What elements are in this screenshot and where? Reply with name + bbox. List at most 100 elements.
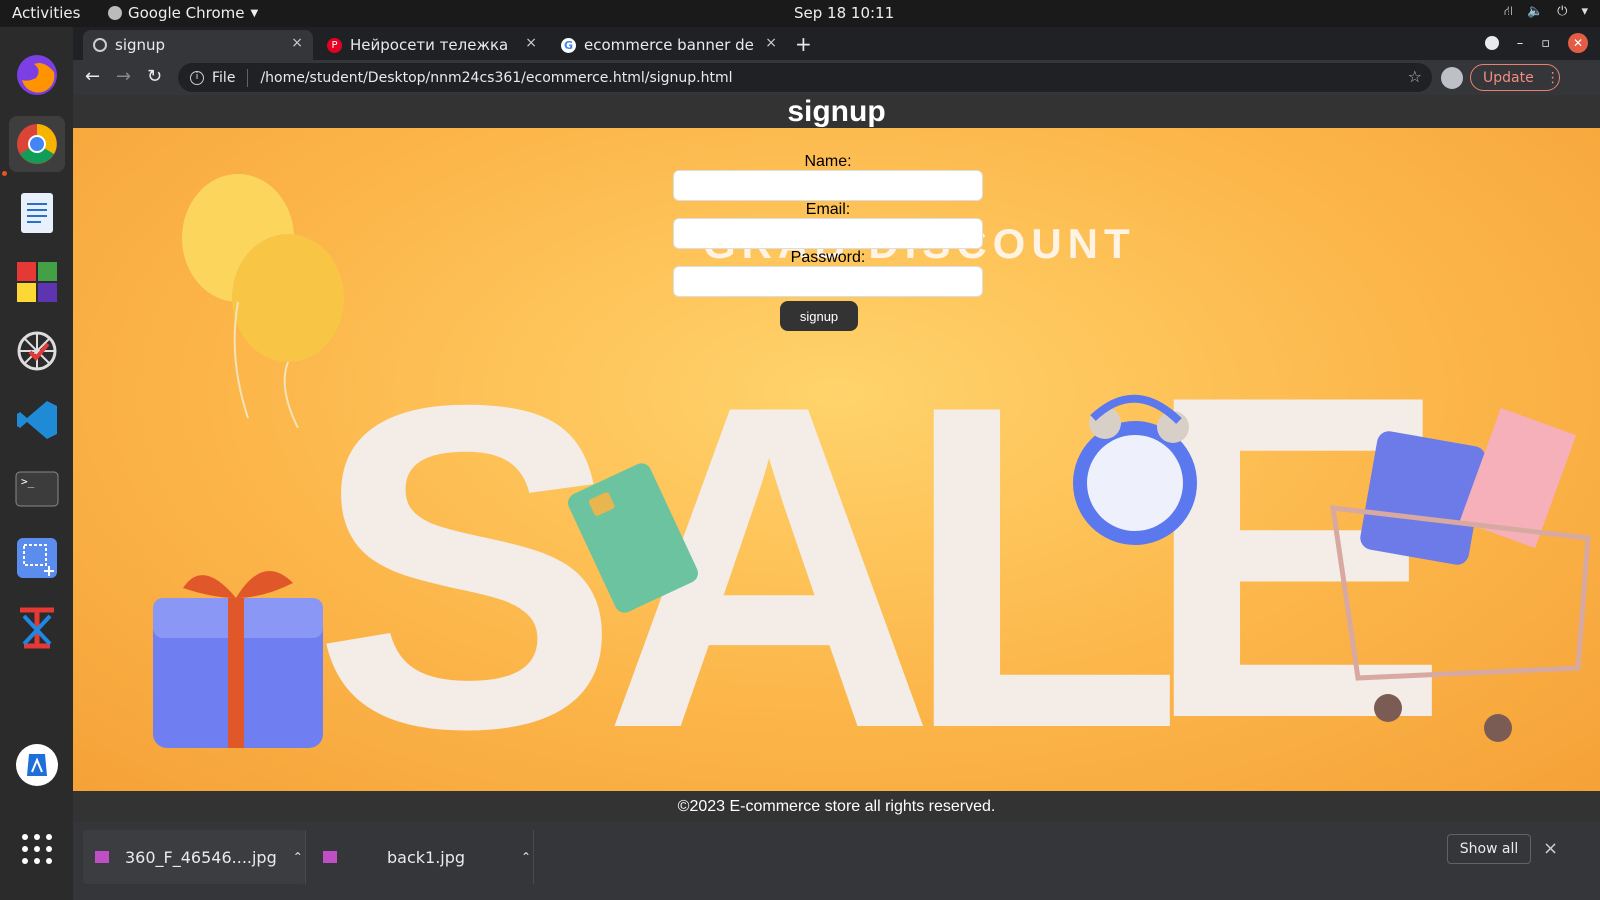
tab-google-search[interactable]: G ecommerce banner desig ×: [551, 30, 787, 60]
app-menu-label: Google Chrome: [128, 4, 245, 22]
divider: [305, 830, 306, 884]
screenshot-icon: [17, 538, 57, 578]
maximize-icon[interactable]: ▫: [1541, 36, 1550, 51]
clock[interactable]: Sep 18 10:11: [794, 4, 894, 22]
chevron-down-icon: ▾: [1581, 4, 1588, 19]
screenshot-launcher[interactable]: [9, 530, 65, 586]
web-page: signup S A L E GRAB DISCOUNT: [73, 95, 1600, 822]
tab-pinterest[interactable]: P Нейросети тележка ×: [317, 30, 547, 60]
globe-icon: [93, 38, 107, 52]
terminal-launcher[interactable]: >_: [9, 461, 65, 517]
image-file-icon: [95, 851, 109, 863]
tab-close-icon[interactable]: ×: [525, 35, 537, 51]
minimize-icon[interactable]: –: [1517, 36, 1524, 51]
chevron-up-icon[interactable]: ⌃: [293, 850, 303, 864]
chevron-up-icon[interactable]: ⌃: [521, 850, 531, 864]
page-header: signup: [73, 95, 1600, 128]
signup-button[interactable]: signup: [780, 301, 858, 331]
alarm-clock-image: [1073, 394, 1197, 545]
info-icon[interactable]: i: [190, 70, 204, 85]
profile-avatar-icon[interactable]: [1441, 67, 1463, 89]
chrome-icon: [17, 124, 57, 164]
shopping-cart-image: [1330, 407, 1591, 742]
divider: [247, 68, 249, 87]
vscode-launcher[interactable]: [9, 392, 65, 448]
close-window-icon[interactable]: ✕: [1568, 33, 1588, 53]
sale-banner-background: S A L E GRAB DISCOUNT: [73, 128, 1600, 791]
divider: [533, 830, 534, 884]
download-item[interactable]: back1.jpg ⌃: [311, 830, 533, 884]
app-grid-color-icon: [17, 262, 57, 302]
chrome-launcher[interactable]: [9, 116, 65, 172]
system-tray[interactable]: ⛙ 🔈 ⏻ ▾: [1504, 4, 1588, 21]
show-apps-icon: [22, 834, 52, 864]
password-label: Password:: [790, 249, 866, 266]
google-icon: G: [561, 37, 576, 53]
reload-icon[interactable]: ↻: [147, 66, 162, 87]
app-menu[interactable]: Google Chrome ▼: [108, 4, 258, 22]
close-icon[interactable]: ×: [1543, 838, 1558, 859]
tab-strip: signup × P Нейросети тележка × G ecommer…: [73, 27, 1600, 60]
email-input[interactable]: [673, 218, 983, 249]
new-tab-button[interactable]: +: [795, 32, 812, 56]
running-indicator: [2, 171, 7, 176]
software-icon: [16, 744, 58, 786]
activities-button[interactable]: Activities: [12, 4, 80, 22]
download-bar: 360_F_46546....jpg ⌃ back1.jpg ⌃ Show al…: [73, 822, 1600, 900]
tab-label: Нейросети тележка: [350, 36, 509, 54]
text-editor-icon: [20, 607, 54, 649]
show-all-button[interactable]: Show all: [1447, 834, 1531, 864]
tab-close-icon[interactable]: ×: [765, 35, 777, 51]
email-label: Email:: [805, 201, 851, 218]
pinterest-icon: P: [327, 37, 342, 53]
network-tool-launcher[interactable]: [9, 323, 65, 379]
password-input[interactable]: [673, 266, 983, 297]
tab-label: signup: [115, 36, 166, 54]
tab-signup[interactable]: signup ×: [83, 30, 313, 60]
network-icon: [17, 331, 57, 371]
download-filename: back1.jpg: [387, 847, 466, 867]
chrome-small-icon: [108, 6, 122, 20]
tab-label: ecommerce banner desig: [584, 36, 754, 54]
writer-icon: [21, 193, 53, 233]
volume-icon: 🔈: [1526, 4, 1544, 19]
text-editor-launcher[interactable]: [9, 599, 65, 655]
show-apps-button[interactable]: [9, 821, 65, 877]
chevron-down-icon: ▼: [250, 7, 259, 19]
window-controls: – ▫ ✕: [1484, 33, 1588, 53]
gift-box-image: [153, 571, 323, 748]
vscode-icon: [17, 401, 57, 439]
colors-app-launcher[interactable]: [9, 254, 65, 310]
firefox-launcher[interactable]: [9, 47, 65, 103]
url-text[interactable]: /home/student/Desktop/nnm24cs361/ecommer…: [260, 70, 732, 86]
page-title: signup: [787, 95, 886, 128]
terminal-icon: >_: [15, 471, 59, 507]
tab-close-icon[interactable]: ×: [291, 35, 303, 51]
writer-launcher[interactable]: [9, 185, 65, 241]
update-button[interactable]: Update ⋮: [1470, 64, 1560, 91]
system-top-bar: Activities Google Chrome ▼ Sep 18 10:11 …: [0, 0, 1600, 27]
url-scheme: File: [212, 69, 236, 86]
software-launcher[interactable]: [9, 737, 65, 793]
forward-icon[interactable]: →: [116, 66, 131, 87]
signup-form: Name: Email: Password:: [673, 148, 983, 297]
more-vert-icon[interactable]: ⋮: [1546, 70, 1560, 86]
firefox-icon: [17, 55, 57, 95]
address-bar[interactable]: i File /home/student/Desktop/nnm24cs361/…: [178, 63, 1432, 92]
bookmark-star-icon[interactable]: ☆: [1408, 67, 1422, 86]
credit-card-image: [568, 463, 698, 613]
power-icon: ⏻: [1557, 4, 1568, 19]
name-label: Name:: [804, 153, 852, 170]
name-input[interactable]: [673, 170, 983, 201]
dock: >_: [0, 27, 73, 900]
download-filename: 360_F_46546....jpg: [125, 847, 277, 867]
browser-toolbar: ← → ↻ i File /home/student/Desktop/nnm24…: [73, 60, 1600, 95]
download-item[interactable]: 360_F_46546....jpg ⌃: [83, 830, 305, 884]
svg-text:>_: >_: [21, 475, 35, 488]
browser-window: signup × P Нейросети тележка × G ecommer…: [73, 27, 1600, 900]
network-status-icon: ⛙: [1503, 4, 1513, 19]
back-icon[interactable]: ←: [85, 66, 100, 87]
update-button-label: Update: [1483, 69, 1534, 86]
page-footer: ©2023 E-commerce store all rights reserv…: [73, 791, 1600, 822]
tab-search-icon[interactable]: [1484, 36, 1499, 50]
